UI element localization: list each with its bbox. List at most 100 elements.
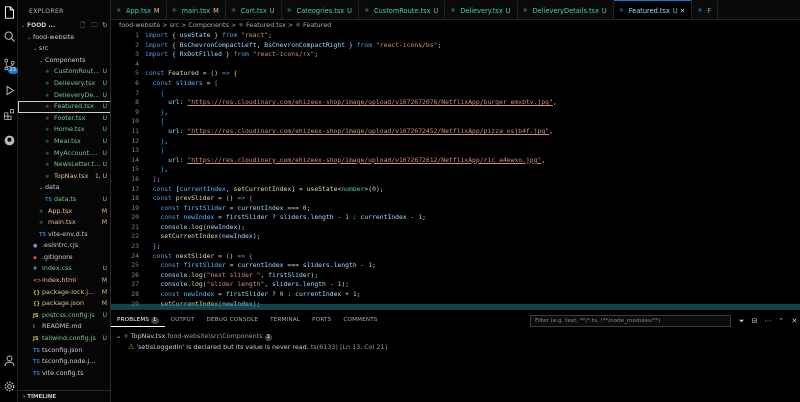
code-editor[interactable]: 1 2 3 4 5 6 7 8 9 10 11 12 13 14 15 16 17 18 19 20 21 22 23 24 2…	[111, 31, 800, 309]
tree-item[interactable]: TS vite.config.ts	[18, 368, 110, 380]
search-icon[interactable]	[2, 30, 16, 44]
tree-item[interactable]: ⌄ data	[18, 182, 110, 194]
breadcrumb[interactable]: food-website > src > Components > ⚛ Feat…	[111, 20, 800, 31]
editor-tab[interactable]: ⚛ Cart.tsx U	[226, 1, 282, 19]
code-line[interactable]: url: "https://res.cloudinary.com/ehizeex…	[145, 127, 785, 137]
more-icon[interactable]: ⋯	[762, 315, 773, 327]
extensions-icon[interactable]	[2, 108, 16, 122]
tree-item[interactable]: TS tsconfig.json	[18, 345, 110, 357]
collapse-all-icon[interactable]: ⊟	[749, 315, 760, 327]
tree-item[interactable]: ⚛ NewsLetter.t... U	[18, 159, 110, 171]
editor-tab[interactable]: ⚛ DelieveryDetails.tsx U	[518, 1, 614, 19]
editor-tab[interactable]: ⚛ Cateogries.tsx U	[282, 1, 359, 19]
code-line[interactable]: const [currentIndex, setCurrentIndex] = …	[145, 185, 785, 195]
code-line[interactable]: {	[145, 117, 785, 127]
tree-item[interactable]: ◆ .gitignore	[18, 252, 110, 264]
problem-item[interactable]: ⚠ 'setIsLoggedIn' is declared but its va…	[128, 342, 387, 353]
code-line[interactable]: const Featured = () => {	[145, 69, 785, 79]
tree-item[interactable]: ⌄ food-website	[18, 32, 110, 44]
code-line[interactable]: const newIndex = firstSlider ? 0 : curre…	[145, 290, 785, 300]
explorer-icon[interactable]	[2, 6, 16, 20]
code-line[interactable]: const sliders = [	[145, 79, 785, 89]
code-line[interactable]: url: "https://res.cloudinary.com/ehizeex…	[145, 156, 785, 166]
tree-item[interactable]: TS data.ts U	[18, 194, 110, 206]
panel-tab-problems[interactable]: PROBLEMS 1	[111, 315, 165, 327]
filter-icon[interactable]: ⏷	[736, 315, 747, 327]
close-icon[interactable]: ✕	[680, 7, 686, 15]
tree-item[interactable]: ⚛ DelieveryDe... U	[18, 90, 110, 102]
editor-tab[interactable]: ⚛ F	[692, 1, 719, 19]
tree-item[interactable]: ⚛ MyAccount.... U	[18, 148, 110, 160]
code-line[interactable]: import { useState } from "react";	[145, 31, 785, 41]
editor-tab[interactable]: ⚛ App.tsx M	[111, 1, 167, 19]
new-folder-icon[interactable]: 🗀	[91, 20, 98, 32]
editor-tab[interactable]: ⚛ Delievery.tsx U	[445, 1, 518, 19]
code-content[interactable]: import { useState } from "react"; import …	[145, 31, 785, 309]
tree-item[interactable]: JS postcss.config.js U	[18, 310, 110, 322]
code-line[interactable]: },	[145, 165, 785, 175]
tree-item[interactable]: ⚛ Meal.tsx U	[18, 136, 110, 148]
source-control-icon[interactable]: 23	[2, 58, 18, 74]
new-file-icon[interactable]: 🗋	[80, 20, 85, 32]
timeline-section[interactable]: › TIMELINE	[18, 390, 110, 402]
tree-item[interactable]: ⚛ App.tsx M	[18, 206, 110, 218]
tree-item[interactable]: ⚛ Featured.tsx U	[18, 101, 110, 113]
code-line[interactable]: ];	[145, 175, 785, 185]
code-line[interactable]: const firstSlider = currentIndex === 0;	[145, 204, 785, 214]
workspace-root[interactable]: ⌄ FOOD ... 🗋 🗀 ↻	[18, 20, 110, 32]
code-line[interactable]: const nextSlider = () => {	[145, 252, 785, 262]
code-line[interactable]: const firstSlider = currentIndex === sli…	[145, 261, 785, 271]
code-line[interactable]: {	[145, 146, 785, 156]
tree-item[interactable]: {} package-lock.j... M	[18, 287, 110, 299]
code-line[interactable]: setCurrentIndex(newIndex);	[145, 232, 785, 242]
tree-item[interactable]: ⚛ Footer.tsx U	[18, 113, 110, 125]
code-line[interactable]: console.log("slider length", sliders.len…	[145, 280, 785, 290]
code-line[interactable]: },	[145, 108, 785, 118]
tree-item[interactable]: ⚛ Delievery.tsx U	[18, 78, 110, 90]
code-line[interactable]: url: "https://res.cloudinary.com/ehizeex…	[145, 98, 785, 108]
tree-item[interactable]: ● .eslintrc.cjs	[18, 240, 110, 252]
tree-item[interactable]: JS tailwind.config.js U	[18, 333, 110, 345]
file-type-icon: i	[33, 324, 35, 331]
tree-item[interactable]: ⌄ src	[18, 43, 110, 55]
code-line[interactable]: },	[145, 137, 785, 147]
tree-item[interactable]: ⚛ CustomRout... U	[18, 66, 110, 78]
code-line[interactable]: const newIndex = firstSlider ? sliders.l…	[145, 213, 785, 223]
panel-tab-ports[interactable]: PORTS	[306, 315, 337, 327]
panel-tab-terminal[interactable]: TERMINAL	[264, 315, 306, 327]
code-line[interactable]: import { BsChevronCompactLeft, BsChevron…	[145, 41, 785, 51]
tree-item[interactable]: ⌄ Components	[18, 55, 110, 67]
run-debug-icon[interactable]	[2, 84, 16, 98]
editor-tab[interactable]: ⚛ main.tsx M	[167, 1, 226, 19]
tree-item[interactable]: TS tsconfig.node.j...	[18, 356, 110, 368]
tree-item[interactable]: ⚛ Home.tsx U	[18, 124, 110, 136]
code-line[interactable]: const prevSlider = () => {	[145, 194, 785, 204]
tree-item[interactable]: ⚛ main.tsx M	[18, 217, 110, 229]
code-line[interactable]	[145, 60, 785, 70]
problems-filter-input[interactable]: Filter (e.g. text, **/*.ts, !**/node_mod…	[530, 315, 731, 327]
account-icon[interactable]	[2, 354, 16, 368]
tree-item[interactable]: ⚛ TopNav.tsx 1, U	[18, 171, 110, 183]
tree-item[interactable]: <>index.html M	[18, 275, 110, 287]
panel-tab-output[interactable]: OUTPUT	[165, 315, 201, 327]
editor-tab[interactable]: ⚛ Featured.tsx U ✕	[613, 0, 693, 19]
panel-tab-comments[interactable]: COMMENTS	[337, 315, 383, 327]
close-panel-icon[interactable]: ✕	[789, 315, 800, 327]
code-line[interactable]: {	[145, 89, 785, 99]
tree-item[interactable]: # index.css U	[18, 263, 110, 275]
panel-tab-debug-console[interactable]: DEBUG CONSOLE	[201, 315, 265, 327]
tree-item[interactable]: {} package.json M	[18, 298, 110, 310]
code-line[interactable]: console.log(newIndex);	[145, 223, 785, 233]
tree-item[interactable]: i README.md	[18, 321, 110, 333]
refresh-icon[interactable]: ↻	[102, 20, 107, 32]
maximize-panel-icon[interactable]: ⌃	[776, 315, 787, 327]
code-token: newIndex	[183, 213, 215, 222]
github-icon[interactable]	[2, 134, 16, 148]
problem-file-row[interactable]: ⌄ ⚛ TopNav.tsx food-website\src\Componen…	[116, 331, 272, 342]
gear-icon[interactable]	[2, 380, 16, 394]
code-line[interactable]: console.log("next slider ", firstSlider)…	[145, 271, 785, 281]
tree-item[interactable]: TS vite-env.d.ts	[18, 229, 110, 241]
editor-tab[interactable]: ⚛ CustomRoute.tsx U	[359, 1, 446, 19]
code-line[interactable]: import { RxDotFilled } from "react-icons…	[145, 50, 785, 60]
code-line[interactable]: };	[145, 242, 785, 252]
